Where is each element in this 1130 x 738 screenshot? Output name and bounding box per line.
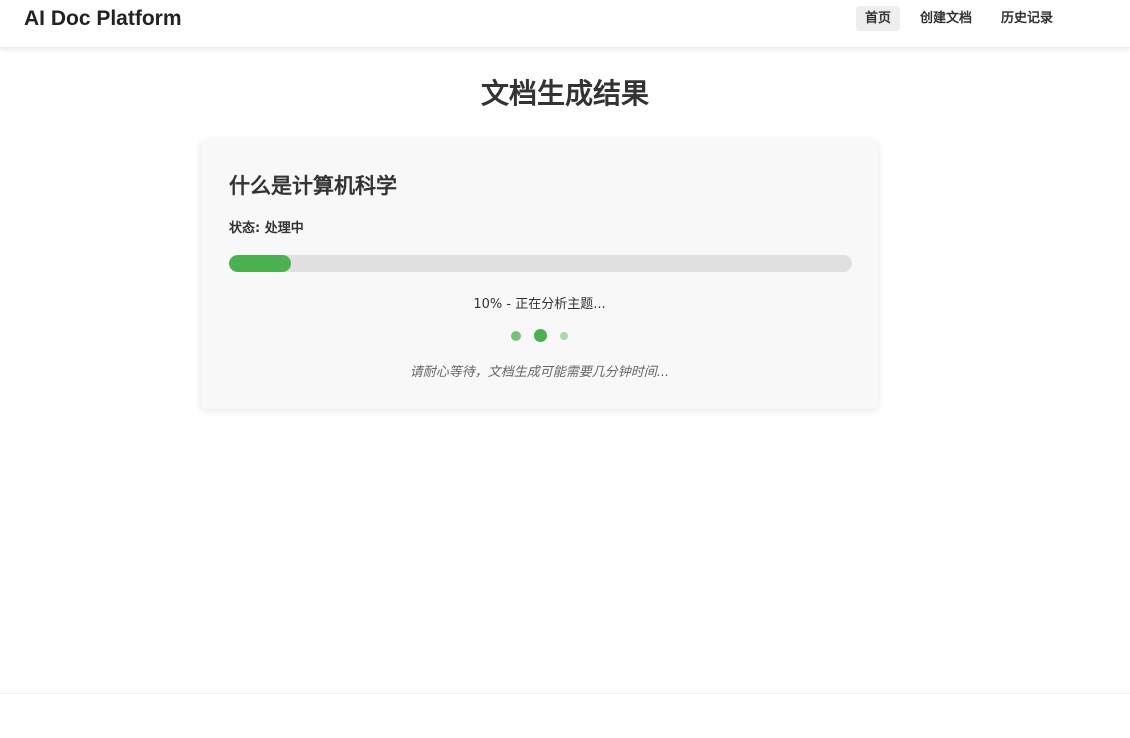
nav-links: 首页 创建文档 历史记录 (855, 6, 1062, 31)
loading-dot-icon (511, 330, 521, 341)
document-title: 什么是计算机科学 (229, 174, 397, 198)
page-title: 文档生成结果 (480, 77, 649, 110)
top-navbar: AI Doc Platform 首页 创建文档 历史记录 (0, 0, 1130, 48)
nav-create-document[interactable]: 创建文档 (911, 6, 981, 31)
wait-note: 请耐心等待，文档生成可能需要几分钟时间... (409, 365, 670, 380)
loading-dot-icon (560, 331, 568, 340)
brand-logo[interactable]: AI Doc Platform (24, 7, 182, 31)
result-card: 什么是计算机科学 状态: 处理中 10% - 正在分析主题... 请耐心等待，文… (201, 139, 878, 409)
progress-bar (229, 255, 852, 272)
loading-indicator (201, 329, 878, 342)
progress-bar-fill (229, 255, 292, 272)
nav-history[interactable]: 历史记录 (992, 6, 1062, 31)
status-label: 状态: 处理中 (229, 221, 304, 236)
nav-home[interactable]: 首页 (855, 6, 900, 31)
progress-text: 10% - 正在分析主题... (473, 297, 606, 312)
loading-dot-icon (534, 329, 547, 342)
footer-divider (0, 693, 1130, 694)
